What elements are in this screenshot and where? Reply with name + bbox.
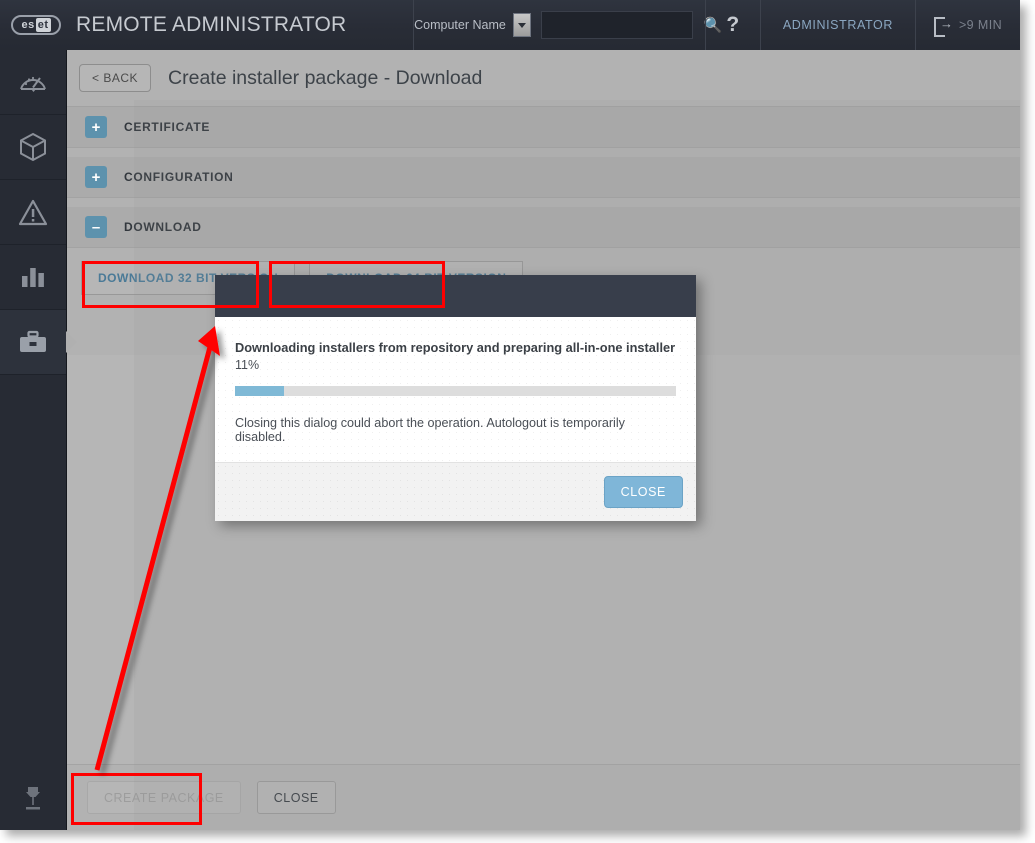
search-input[interactable] bbox=[548, 18, 704, 32]
dialog-message: Downloading installers from repository a… bbox=[235, 340, 676, 355]
dialog-body: Downloading installers from repository a… bbox=[215, 317, 696, 463]
brand: es et REMOTE ADMINISTRATOR bbox=[0, 13, 346, 37]
chevron-down-icon bbox=[517, 22, 526, 28]
sidebar-item-reports[interactable] bbox=[0, 245, 66, 310]
speedometer-icon bbox=[20, 76, 46, 92]
progress-bar-fill bbox=[235, 386, 284, 397]
briefcase-icon bbox=[20, 330, 46, 352]
computer-name-selector[interactable]: Computer Name bbox=[414, 13, 541, 37]
sidebar-item-computers[interactable] bbox=[0, 115, 66, 180]
dialog-footer: CLOSE bbox=[215, 462, 696, 522]
top-bar-right: Computer Name 🔍 ? ADMINISTRATOR >9 MIN bbox=[413, 0, 1020, 50]
sidebar-item-dashboard[interactable] bbox=[0, 50, 66, 115]
sidebar-pin[interactable] bbox=[0, 784, 66, 812]
progress-dialog: Downloading installers from repository a… bbox=[215, 275, 696, 522]
computer-name-label: Computer Name bbox=[414, 18, 506, 32]
pin-icon bbox=[26, 787, 40, 810]
logo-text-et: et bbox=[35, 18, 51, 32]
administrator-menu[interactable]: ADMINISTRATOR bbox=[761, 0, 915, 50]
dialog-close-button[interactable]: CLOSE bbox=[603, 476, 683, 509]
logout-button[interactable]: >9 MIN bbox=[916, 0, 1020, 50]
dialog-note: Closing this dialog could abort the oper… bbox=[235, 416, 625, 445]
collapse-minus-icon[interactable]: – bbox=[85, 216, 107, 238]
expand-plus-icon[interactable]: + bbox=[85, 116, 107, 138]
eset-logo: es et bbox=[11, 15, 61, 35]
top-bar: es et REMOTE ADMINISTRATOR Computer Name … bbox=[0, 0, 1020, 50]
logo-text-es: es bbox=[21, 19, 35, 31]
dialog-title-bar bbox=[215, 275, 696, 317]
logout-icon bbox=[933, 16, 953, 37]
session-timer-label: >9 MIN bbox=[958, 18, 1002, 32]
dialog-progress-percent: 11% bbox=[235, 358, 260, 373]
search-box[interactable]: 🔍 bbox=[540, 11, 723, 39]
help-button[interactable]: ? bbox=[706, 0, 760, 50]
brand-title: REMOTE ADMINISTRATOR bbox=[76, 13, 347, 36]
progress-bar-track bbox=[235, 386, 676, 397]
sidebar bbox=[0, 50, 77, 830]
computer-name-dropdown-button[interactable] bbox=[512, 13, 531, 37]
expand-plus-icon[interactable]: + bbox=[85, 166, 107, 188]
sidebar-item-admin[interactable] bbox=[0, 310, 77, 375]
sidebar-item-threats[interactable] bbox=[0, 180, 66, 245]
cube-icon bbox=[20, 132, 46, 162]
back-button[interactable]: < BACK bbox=[79, 64, 152, 92]
page-header: < BACK Create installer package - Downlo… bbox=[67, 50, 1020, 107]
page-title: Create installer package - Download bbox=[168, 66, 483, 89]
warning-triangle-icon bbox=[18, 199, 48, 225]
bar-chart-icon bbox=[22, 268, 44, 287]
eset-remote-administrator-window: es et REMOTE ADMINISTRATOR Computer Name … bbox=[0, 0, 1020, 830]
